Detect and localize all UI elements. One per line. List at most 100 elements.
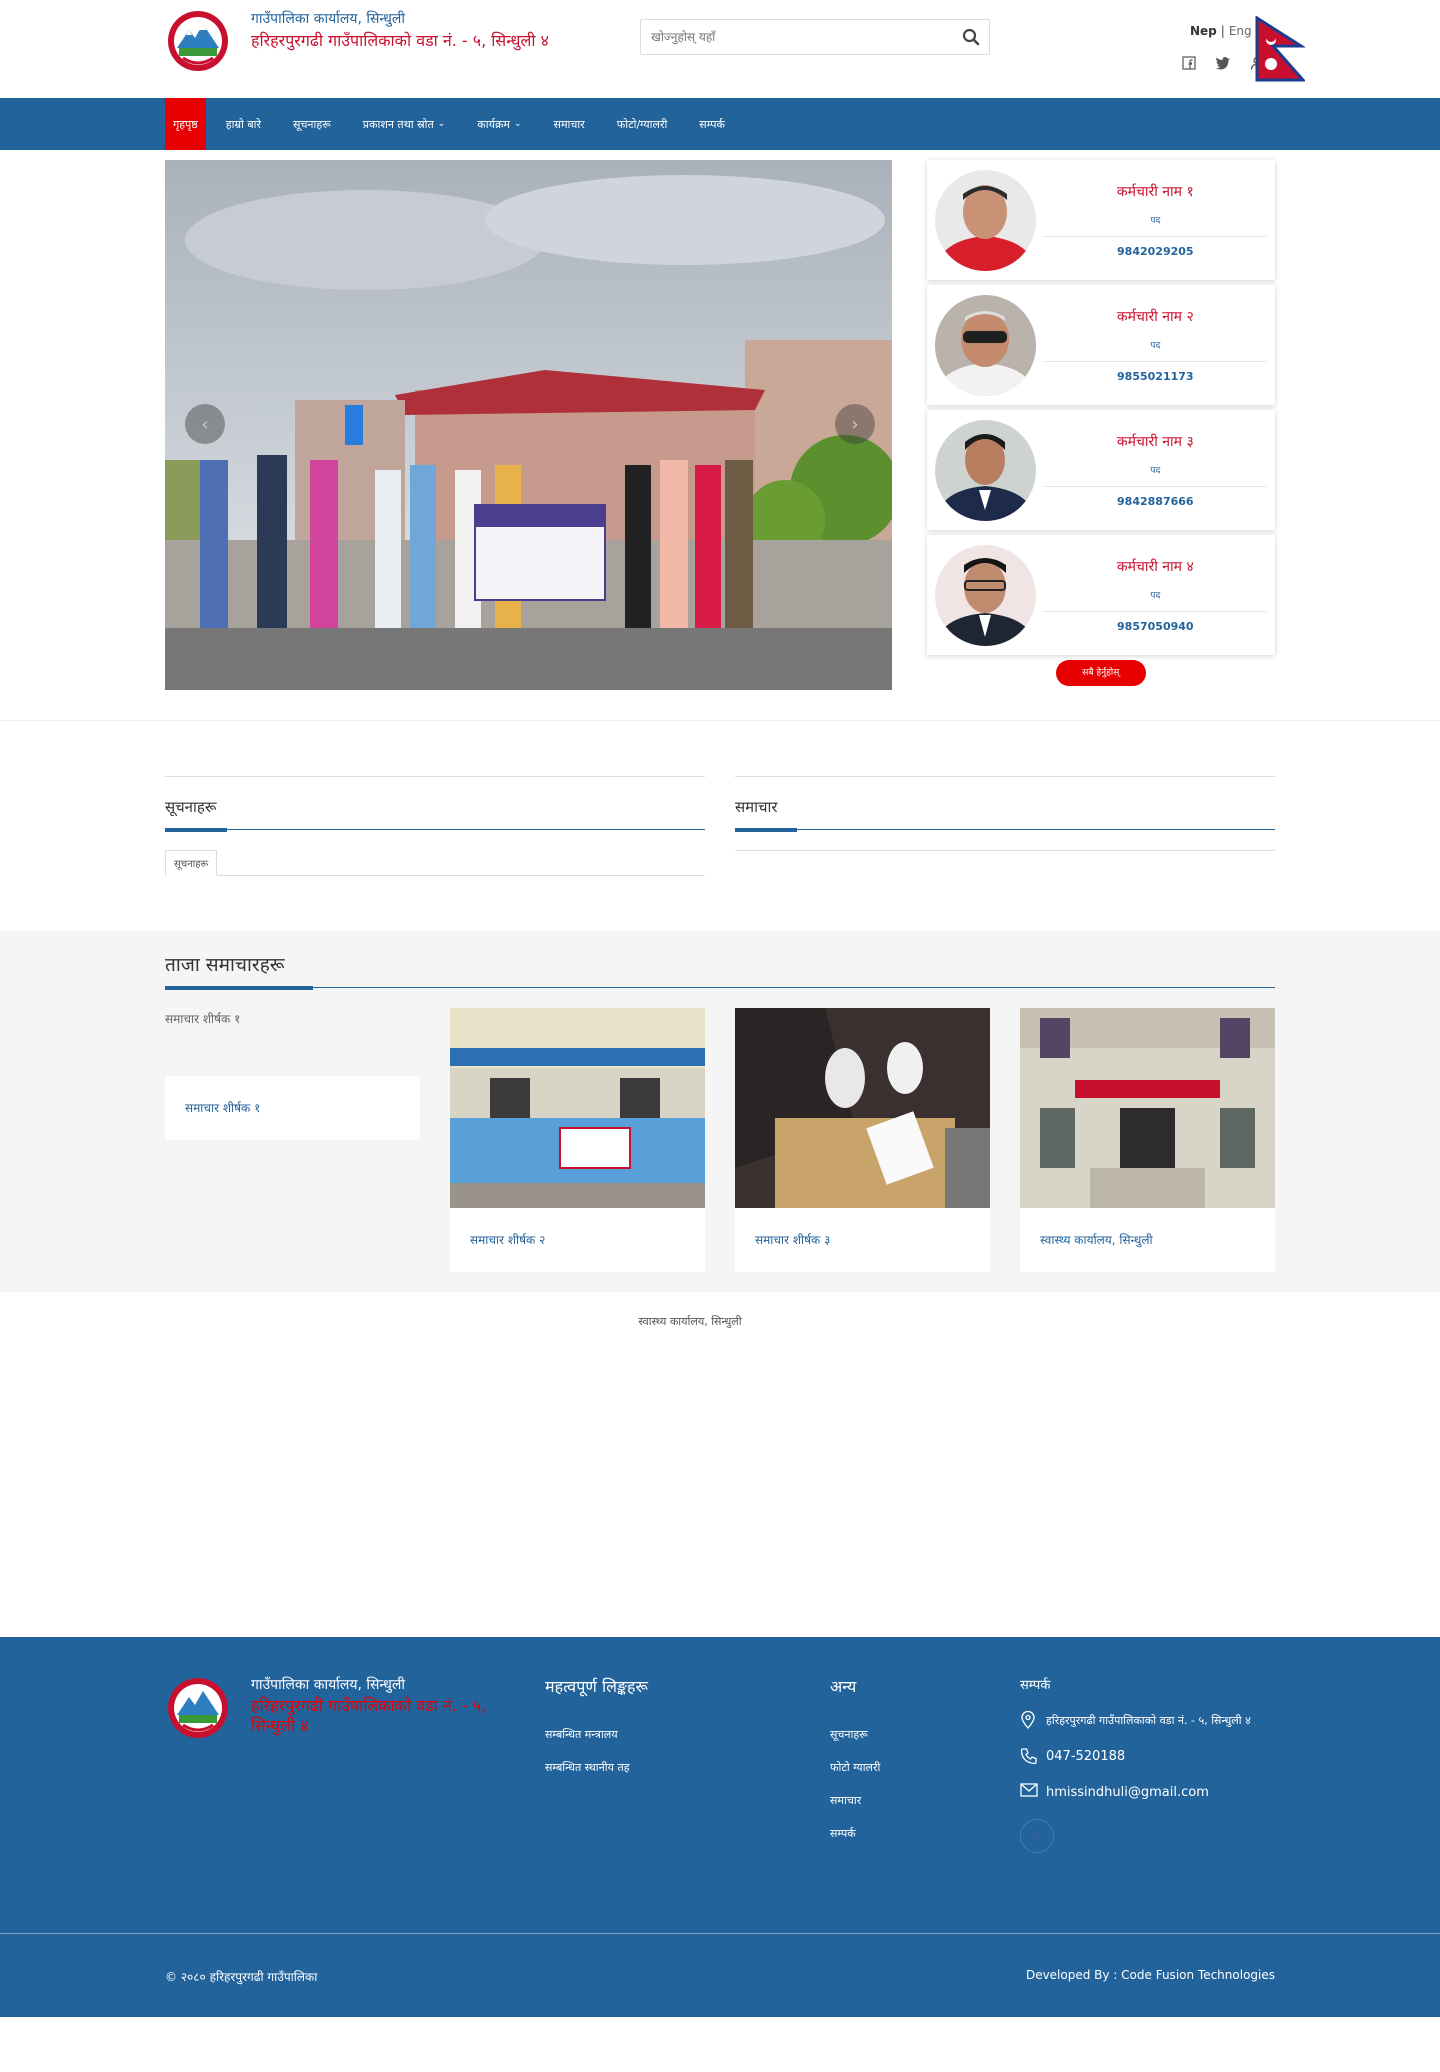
slider-prev-button[interactable]: ‹ [185,404,225,444]
news-item[interactable]: समाचार शीर्षक १ समाचार शीर्षक १ [165,1008,420,1140]
language-nepali-link[interactable]: Nep [1190,24,1217,38]
footer-org-text: गाउँपालिका कार्यालय, सिन्धुली हरिहरपुरगढ… [251,1675,511,1871]
staff-avatar [934,544,1036,646]
nav-item-label: फोटो/ग्यालरी [616,117,668,131]
news-caption[interactable]: स्वास्थ्य कार्यालय, सिन्धुली [1020,1208,1275,1272]
news-image [450,1008,705,1208]
latest-news-section: ताजा समाचारहरू समाचार शीर्षक १ समाचार शी… [0,931,1440,1292]
staff-phone: 9855021173 [1117,370,1194,383]
site-header: गाउँपालिका कार्यालय, सिन्धुली हरिहरपुरगढ… [0,0,1440,98]
nav-item-label: गृहपृष्ठ [173,117,198,131]
nav-item-contact[interactable]: सम्पर्क [687,98,737,150]
nav-item-programs[interactable]: कार्यक्रम ⌄ [465,98,533,150]
staff-name: कर्मचारी नाम २ [1116,309,1194,325]
staff-card[interactable]: कर्मचारी नाम ३ पद 9842887666 [926,410,1275,530]
nav-item-gallery[interactable]: फोटो/ग्यालरी [605,98,680,150]
nav-item-label: हाम्रो बारे [225,117,262,131]
email-icon [1020,1783,1038,1801]
search-icon[interactable] [953,20,989,54]
header-org-line1: गाउँपालिका कार्यालय, सिन्धुली [251,11,406,27]
hero-section: ‹ › कर्मचारी नाम १ पद 9842029205 कर्मचार… [0,150,1440,721]
nav-item-news[interactable]: समाचार [542,98,597,150]
notice-section: सूचनाहरू सूचनाहरू समाचार [0,721,1440,931]
slider-next-button[interactable]: › [835,404,875,444]
staff-role: पद [1043,463,1267,487]
staff-name: कर्मचारी नाम ४ [1116,559,1194,575]
footer-other-title: अन्य [830,1677,857,1696]
footer-email: hmissindhuli@gmail.com [1020,1783,1275,1801]
staff-info: कर्मचारी नाम ४ पद 9857050940 [1036,557,1267,633]
language-separator: | [1220,24,1225,38]
footer-brand: गाउँपालिका कार्यालय, सिन्धुली हरिहरपुरगढ… [165,1675,545,1871]
footer-bottom: © २०८० हरिहरपुरगढी गाउँपालिका Developed … [0,1933,1440,2017]
footer-other-links: अन्य सूचनाहरू फोटो ग्यालरी समाचार सम्पर्… [830,1675,1020,1871]
search-box [640,19,990,55]
news-caption[interactable]: समाचार शीर्षक ३ [735,1208,990,1272]
staff-role: पद [1043,213,1267,237]
footer-link[interactable]: फोटो ग्यालरी [830,1760,1020,1775]
notice-tabs: सूचनाहरू [165,850,705,876]
footer-link[interactable]: सम्बन्धित मन्त्रालय [545,1727,830,1742]
news-caption[interactable]: समाचार शीर्षक २ [450,1208,705,1272]
staff-phone: 9842887666 [1117,495,1194,508]
latest-news-title: ताजा समाचारहरू [165,951,1275,990]
developer-credit[interactable]: Developed By : Code Fusion Technologies [1026,1968,1275,1985]
main-navigation: गृहपृष्ठ हाम्रो बारे सूचनाहरू प्रकाशन तथ… [0,98,1440,150]
footer-org-line2: हरिहरपुरगढी गाउँपालिकाको वडा नं. - ५, सि… [251,1696,487,1735]
copyright-text: © २०८० हरिहरपुरगढी गाउँपालिका [165,1970,318,1984]
news-image [735,1008,990,1208]
phone-icon [1020,1747,1038,1765]
staff-card[interactable]: कर्मचारी नाम २ पद 9855021173 [926,285,1275,405]
nav-item-label: कार्यक्रम [477,117,510,131]
footer-link[interactable]: समाचार [830,1793,1020,1808]
footer-link[interactable]: सम्बन्धित स्थानीय तह [545,1760,830,1775]
staff-info: कर्मचारी नाम ३ पद 9842887666 [1036,432,1267,508]
news-item[interactable]: समाचार शीर्षक २ [450,1008,705,1272]
nav-menu: गृहपृष्ठ हाम्रो बारे सूचनाहरू प्रकाशन तथ… [165,98,1275,150]
footer-address-text: हरिहरपुरगढी गाउँपालिकाको वडा नं. - ५, सि… [1046,1713,1251,1727]
language-english-link[interactable]: Eng [1229,24,1252,38]
staff-phone: 9857050940 [1117,620,1194,633]
staff-avatar [934,419,1036,521]
view-all-staff-button[interactable]: सबै हेर्नुहोस् [1055,660,1146,686]
nav-item-label: सूचनाहरू [293,117,331,131]
nav-item-label: प्रकाशन तथा स्रोत [362,117,434,131]
facebook-icon[interactable] [1020,1819,1054,1853]
news-item[interactable]: स्वास्थ्य कार्यालय, सिन्धुली [1020,1008,1275,1272]
map-title: स्वास्थ्य कार्यालय, सिन्धुली [638,1315,742,1328]
twitter-icon[interactable] [1214,54,1232,72]
news-image [1020,1008,1275,1208]
nav-item-about[interactable]: हाम्रो बारे [214,98,273,150]
notice-title: सूचनाहरू [165,797,705,832]
footer-address: हरिहरपुरगढी गाउँपालिकाको वडा नं. - ५, सि… [1020,1710,1275,1729]
government-emblem-logo[interactable] [165,8,231,74]
notice-box: सूचनाहरू सूचनाहरू [165,776,705,876]
nav-item-label: समाचार [553,117,585,131]
news-item[interactable]: समाचार शीर्षक ३ [735,1008,990,1272]
nav-item-publications[interactable]: प्रकाशन तथा स्रोत ⌄ [351,98,458,150]
image-slider[interactable]: ‹ › [165,160,892,690]
nepal-flag-icon [1255,15,1307,86]
footer-link[interactable]: सम्पर्क [830,1826,1020,1841]
staff-role: पद [1043,338,1267,362]
news-image-broken: समाचार शीर्षक १ [165,1012,241,1026]
facebook-icon[interactable] [1180,54,1198,72]
search-input[interactable] [641,20,953,54]
location-pin-icon [1020,1710,1038,1729]
footer-phone-text[interactable]: 047-520188 [1046,1749,1125,1764]
news-caption[interactable]: समाचार शीर्षक १ [165,1076,420,1140]
staff-card[interactable]: कर्मचारी नाम १ पद 9842029205 [926,160,1275,280]
footer-emblem-logo[interactable] [165,1675,231,1741]
nav-item-home[interactable]: गृहपृष्ठ [165,98,206,150]
tab-notices[interactable]: सूचनाहरू [165,850,218,876]
staff-card[interactable]: कर्मचारी नाम ४ पद 9857050940 [926,535,1275,655]
footer-email-text[interactable]: hmissindhuli@gmail.com [1046,1785,1209,1800]
footer-important-links: महत्वपूर्ण लिङ्कहरू सम्बन्धित मन्त्रालय … [545,1675,830,1871]
footer-contact-title: सम्पर्क [1020,1678,1051,1693]
staff-avatar [934,169,1036,271]
news-box-title: समाचार [735,797,1275,832]
chevron-left-icon: ‹ [201,413,209,435]
nav-item-notices[interactable]: सूचनाहरू [281,98,343,150]
footer-link[interactable]: सूचनाहरू [830,1727,1020,1742]
language-switcher: Nep | Eng [1190,24,1252,38]
